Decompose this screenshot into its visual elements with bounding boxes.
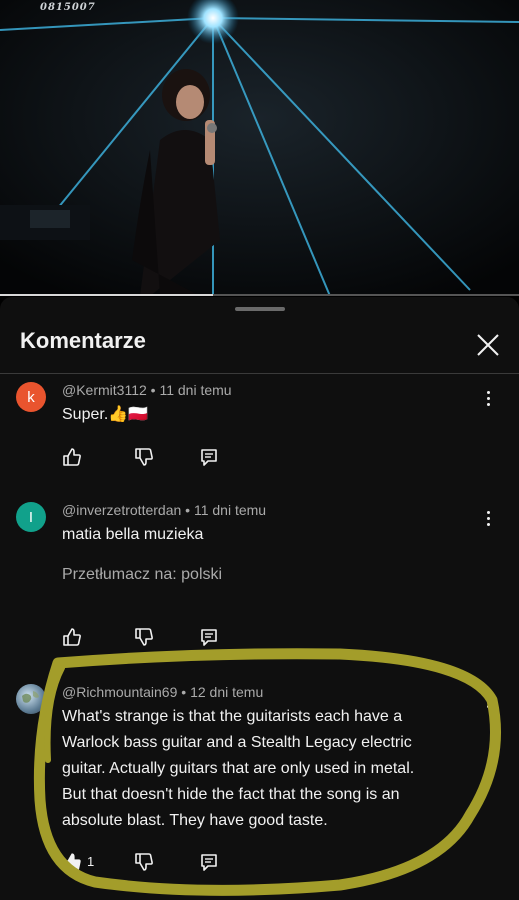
comment-actions bbox=[62, 627, 242, 647]
comment-author[interactable]: @Richmountain69 bbox=[62, 684, 177, 700]
sheet-title: Komentarze bbox=[20, 328, 146, 353]
avatar-letter: k bbox=[27, 388, 35, 406]
reply-icon[interactable] bbox=[199, 447, 219, 467]
video-player[interactable]: 0815007 bbox=[0, 0, 519, 296]
comment-text: What's strange is that the guitarists ea… bbox=[62, 704, 482, 834]
more-options-button[interactable] bbox=[480, 508, 496, 530]
comment-author[interactable]: @inverzetrotterdan bbox=[62, 502, 181, 518]
more-options-button[interactable] bbox=[480, 690, 496, 712]
avatar[interactable] bbox=[16, 684, 46, 714]
video-overlay-id: 0815007 bbox=[40, 2, 96, 13]
comment-time: 11 dni temu bbox=[193, 502, 267, 518]
comment-text-line: absolute blast. They have good taste. bbox=[62, 812, 328, 829]
dislike-icon[interactable] bbox=[134, 447, 154, 467]
video-frame bbox=[0, 0, 519, 296]
comment-time: 12 dni temu bbox=[190, 684, 264, 700]
comment-author[interactable]: @Kermit3112 bbox=[62, 382, 147, 398]
comment-meta: @Kermit3112 • 11 dni temu bbox=[62, 382, 232, 398]
comment-text: matia bella muzieka bbox=[62, 526, 204, 543]
avatar[interactable]: k bbox=[16, 382, 46, 412]
like-count: 1 bbox=[87, 854, 95, 869]
meta-separator: • bbox=[181, 684, 191, 700]
drag-handle[interactable] bbox=[235, 307, 285, 311]
comment-meta: @inverzetrotterdan • 11 dni temu bbox=[62, 502, 266, 518]
close-button[interactable] bbox=[470, 327, 506, 363]
avatar-letter: I bbox=[28, 508, 34, 526]
like-icon[interactable] bbox=[62, 852, 82, 872]
like-icon[interactable] bbox=[62, 627, 82, 647]
video-progress-bar[interactable] bbox=[0, 294, 519, 296]
divider bbox=[0, 373, 519, 374]
comment-actions bbox=[62, 447, 242, 467]
comment-actions: 1 bbox=[62, 852, 242, 872]
more-options-button[interactable] bbox=[480, 388, 496, 410]
video-progress-fill bbox=[0, 294, 213, 296]
reply-icon[interactable] bbox=[199, 627, 219, 647]
comment-text: Super.👍🇵🇱 bbox=[62, 406, 149, 423]
meta-separator: • bbox=[185, 502, 194, 518]
comment-text-line: But that doesn't hide the fact that the … bbox=[62, 786, 400, 803]
translate-link[interactable]: Przetłumacz na: polski bbox=[62, 566, 222, 584]
more-vert-icon bbox=[480, 391, 496, 406]
avatar[interactable]: I bbox=[16, 502, 46, 532]
dislike-icon[interactable] bbox=[134, 852, 154, 872]
comment-time: 11 dni temu bbox=[159, 382, 232, 398]
comment-meta: @Richmountain69 • 12 dni temu bbox=[62, 684, 263, 700]
reply-icon[interactable] bbox=[199, 852, 219, 872]
more-vert-icon bbox=[480, 693, 496, 708]
comment-text-line: guitar. Actually guitars that are only u… bbox=[62, 760, 415, 777]
comment-text-line: What's strange is that the guitarists ea… bbox=[62, 708, 403, 725]
dislike-icon[interactable] bbox=[134, 627, 154, 647]
like-icon[interactable] bbox=[62, 447, 82, 467]
globe-avatar-icon bbox=[22, 691, 39, 703]
comment-text-line: Warlock bass guitar and a Stealth Legacy… bbox=[62, 734, 412, 751]
more-vert-icon bbox=[480, 511, 496, 526]
close-icon bbox=[477, 334, 499, 356]
